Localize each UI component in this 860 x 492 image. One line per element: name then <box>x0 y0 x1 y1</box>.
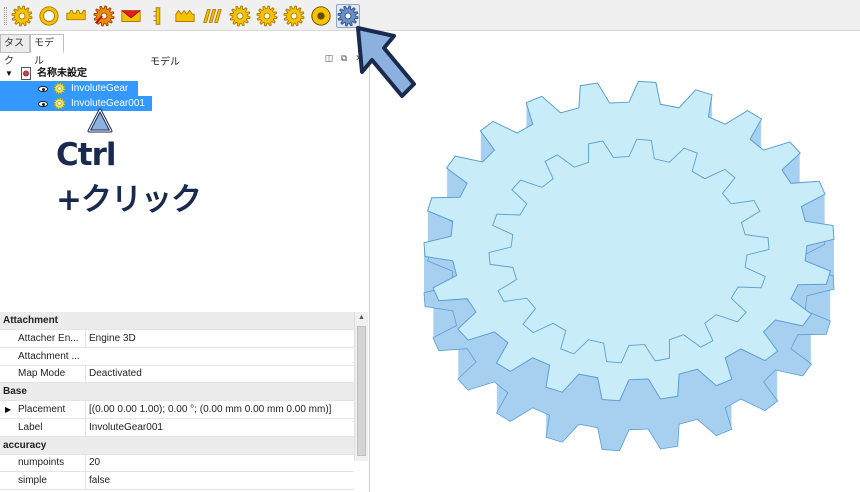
cycloid-gear-icon <box>93 5 115 27</box>
property-scrollbar[interactable]: ▲ <box>354 312 368 461</box>
property-value[interactable]: [(0.00 0.00 1.00); 0.00 °; (0.00 mm 0.00… <box>85 401 350 418</box>
property-key: Map Mode <box>18 368 66 380</box>
tab-model[interactable]: モデル <box>30 34 64 67</box>
property-row[interactable]: simple false <box>0 472 354 491</box>
timing-gear-icon <box>229 5 251 27</box>
gear-connector-icon <box>311 6 331 26</box>
toolbar-button-bevel-gear[interactable] <box>146 4 170 28</box>
property-group[interactable]: accuracy <box>0 436 354 455</box>
property-group-label: Base <box>3 386 27 398</box>
gear-icon <box>53 82 66 95</box>
toolbar-button-crown-gear[interactable] <box>119 4 143 28</box>
tree-item-involutegear[interactable]: InvoluteGear <box>0 81 138 96</box>
tree-document-row[interactable]: ▼ 名称未設定 <box>0 66 200 81</box>
property-key: Attachment ... <box>18 350 80 362</box>
property-editor: Attachment Attacher En... Engine 3D Attachm… <box>0 312 354 491</box>
gear-3d-model[interactable] <box>371 31 860 492</box>
toolbar-button-rack[interactable] <box>64 4 88 28</box>
gear-icon <box>53 97 66 110</box>
crown-gear-icon <box>121 10 141 22</box>
3d-viewport[interactable] <box>371 31 860 492</box>
tab-task[interactable]: タスク <box>0 34 30 67</box>
property-value[interactable]: 20 <box>85 454 350 472</box>
gear-ring-icon <box>39 6 59 26</box>
freecad-window: タスク モデル モデル ◫ ⧉ ✕ ▼ 名称未設定 InvoluteGear I… <box>0 0 860 492</box>
annotation-click-text: +クリック <box>56 182 202 218</box>
toolbar-button-hypo-cycloid[interactable] <box>282 4 306 28</box>
property-group[interactable]: Base <box>0 383 354 402</box>
toolbar-button-gear-ring[interactable] <box>37 4 61 28</box>
scrollbar-thumb[interactable] <box>357 326 366 456</box>
property-value[interactable]: Deactivated <box>85 365 350 383</box>
tree-item-label: InvoluteGear <box>71 83 129 94</box>
lantern-gear-icon <box>256 5 278 27</box>
rack-icon <box>66 10 87 21</box>
property-key: numpoints <box>18 457 65 469</box>
hypo-cycloid-icon <box>283 5 305 27</box>
annotation-pointer-arrow-icon <box>356 26 416 98</box>
panel-float-icon[interactable]: ◫ <box>324 53 334 64</box>
tree-expand-arrow-icon[interactable]: ▼ <box>5 66 13 81</box>
annotation-ctrl-text: Ctrl <box>56 137 116 173</box>
property-row[interactable]: Attacher En... Engine 3D <box>0 329 354 348</box>
gear-icon <box>11 5 33 27</box>
toolbar-grip[interactable] <box>4 7 7 25</box>
property-group-label: Attachment <box>3 315 59 326</box>
toolbar-button-cycloid-rack[interactable] <box>173 4 197 28</box>
property-row[interactable]: Attachment ... <box>0 348 354 366</box>
visibility-eye-icon[interactable] <box>38 101 48 107</box>
property-row[interactable]: ▶ Placement [(0.00 0.00 1.00); 0.00 °; (0.… <box>0 401 354 419</box>
property-value[interactable]: InvoluteGear001 <box>85 418 350 436</box>
property-key: simple <box>18 475 47 487</box>
annotation-up-arrow-icon <box>87 108 113 133</box>
toolbar-button-cycloid-gear[interactable] <box>92 4 116 28</box>
property-row[interactable]: Label InvoluteGear001 <box>0 418 354 437</box>
gear-toolbar <box>0 0 860 31</box>
visibility-eye-icon[interactable] <box>38 86 48 92</box>
cycloid-rack-icon <box>175 9 195 22</box>
bevel-gear-icon <box>153 7 161 25</box>
property-key: Attacher En... <box>18 332 79 344</box>
scroll-up-icon[interactable]: ▲ <box>358 314 365 321</box>
worm-gear-icon <box>203 9 223 23</box>
toolbar-button-lantern-gear[interactable] <box>255 4 279 28</box>
tree-item-involutegear001[interactable]: InvoluteGear001 <box>0 96 152 111</box>
toolbar-button-worm-gear[interactable] <box>200 4 224 28</box>
property-key: Placement <box>18 404 66 415</box>
toolbar-button-timing-gear[interactable] <box>228 4 252 28</box>
property-value[interactable]: false <box>85 472 350 490</box>
panel-restore-icon[interactable]: ⧉ <box>339 53 349 64</box>
property-group[interactable]: Attachment <box>0 312 354 330</box>
property-key: Label <box>18 421 43 433</box>
expand-arrow-icon[interactable]: ▶ <box>5 401 11 418</box>
document-icon <box>21 67 31 80</box>
property-row[interactable]: Map Mode Deactivated <box>0 365 354 384</box>
toolbar-button-gear[interactable] <box>10 4 34 28</box>
toolbar-button-gear-connector[interactable] <box>309 4 333 28</box>
property-value[interactable]: Engine 3D <box>85 329 350 347</box>
property-group-label: accuracy <box>3 439 47 451</box>
property-row[interactable]: numpoints 20 <box>0 454 354 473</box>
tree-document-label: 名称未設定 <box>37 68 87 79</box>
